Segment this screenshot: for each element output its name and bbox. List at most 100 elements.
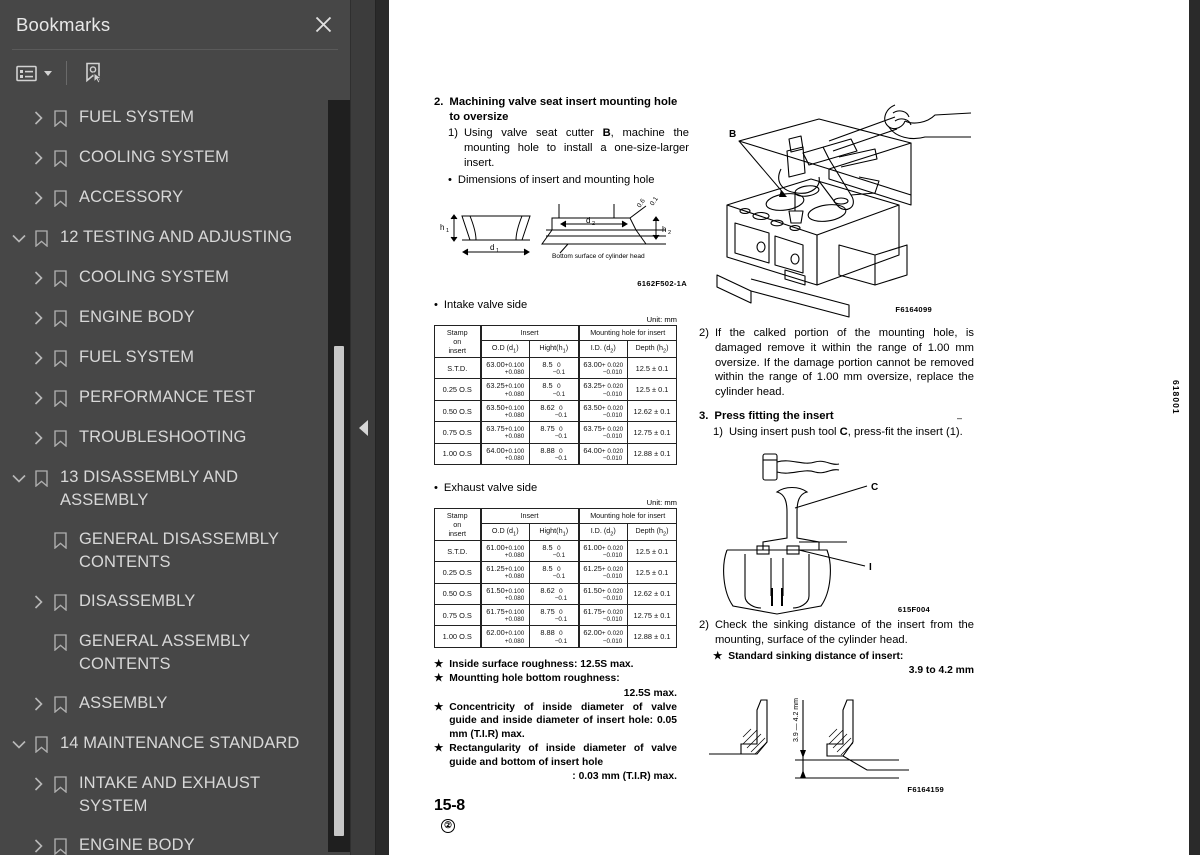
specification-note: 12.5S max.	[434, 687, 677, 700]
table-row: 0.25 O.S 63.25 +0.100 +0.080 8.5 0 −0.1 63.25 + …	[434, 378, 677, 401]
table-row: 0.25 O.S 61.25 +0.100 +0.080 8.5 0 −0.1 61.25 + …	[434, 561, 677, 584]
chevron-right-icon[interactable]	[27, 418, 49, 458]
chevron-right-icon[interactable]	[27, 258, 49, 298]
star-icon: ★	[434, 702, 444, 714]
cell-id: 61.50 + 0.020 −0.010	[577, 582, 628, 606]
chevron-right-icon[interactable]	[27, 378, 49, 418]
bookmark-item-label: DISASSEMBLY	[79, 592, 196, 610]
bookmark-item[interactable]: TROUBLESHOOTING	[0, 418, 326, 458]
section-2-step-1: 1) Using valve seat cutter B, machine th…	[448, 127, 690, 169]
cell-stamp: 0.50 O.S	[434, 582, 481, 606]
bookmark-item-label: FUEL SYSTEM	[79, 348, 195, 366]
bookmark-tree[interactable]: FUEL SYSTEM COOLING SYSTEM ACCESSORY 12 TES…	[0, 96, 350, 855]
cell-height: 8.62 0 −0.1	[529, 399, 579, 423]
panel-collapse-handle[interactable]	[350, 0, 376, 855]
cell-id: 62.00 + 0.020 −0.010	[577, 625, 628, 648]
chevron-right-icon[interactable]	[27, 582, 49, 622]
bookmarks-panel-header: Bookmarks	[0, 0, 350, 49]
chevron-down-icon[interactable]	[8, 724, 30, 764]
sidebar-scrollbar-thumb[interactable]	[334, 346, 344, 836]
svg-text:d: d	[586, 216, 590, 225]
bookmark-item[interactable]: FUEL SYSTEM	[0, 338, 326, 378]
bookmark-item[interactable]: COOLING SYSTEM	[0, 258, 326, 298]
bookmark-item[interactable]: INTAKE AND EXHAUST SYSTEM	[0, 764, 326, 826]
bookmark-icon	[49, 138, 71, 178]
step-2-text: If the calked portion of the mounting ho…	[714, 327, 974, 399]
sidebar-scrollbar[interactable]	[328, 100, 350, 852]
bookmark-icon	[30, 724, 52, 764]
chevron-right-icon[interactable]	[27, 764, 49, 804]
bookmark-icon	[49, 258, 71, 298]
svg-text:I: I	[869, 562, 872, 573]
bookmark-item[interactable]: ENGINE BODY	[0, 298, 326, 338]
bookmark-item-label: ASSEMBLY	[79, 694, 168, 712]
cell-id: 63.50 + 0.020 −0.010	[577, 399, 628, 423]
chevron-right-icon[interactable]	[27, 178, 49, 218]
figure-sinking-distance: 3.9 — 4.2 mm F6164159	[699, 682, 974, 794]
th-od: O.D (d1)	[479, 339, 530, 358]
bookmark-item[interactable]: DISASSEMBLY	[0, 582, 326, 622]
cell-stamp: 0.75 O.S	[434, 421, 481, 444]
cell-od: 64.00 +0.100 +0.080	[479, 442, 530, 466]
chevron-right-icon[interactable]	[27, 684, 49, 724]
tool-letter-b: B	[602, 127, 611, 139]
step3-text-c: , press-fit the insert (1).	[847, 426, 963, 439]
specification-notes: ★ Inside surface roughness: 12.5S max. ★ Mo…	[434, 658, 677, 784]
bookmark-item[interactable]: COOLING SYSTEM	[0, 138, 326, 178]
bookmark-icon	[49, 298, 71, 338]
bookmark-item[interactable]: ENGINE BODY	[0, 826, 326, 855]
new-bookmark-icon[interactable]	[79, 59, 108, 87]
chevron-right-icon[interactable]	[27, 98, 49, 138]
bookmark-item[interactable]: 14 MAINTENANCE STANDARD	[0, 724, 326, 764]
bookmark-item[interactable]: PERFORMANCE TEST	[0, 378, 326, 418]
chevron-right-icon[interactable]	[27, 338, 49, 378]
bookmark-item[interactable]: FUEL SYSTEM	[0, 98, 326, 138]
bookmark-item[interactable]: ASSEMBLY	[0, 684, 326, 724]
bookmark-item[interactable]: ACCESSORY	[0, 178, 326, 218]
cell-od: 62.00 +0.100 +0.080	[479, 625, 530, 648]
intake-unit-note: Unit: mm	[646, 314, 677, 324]
bookmark-icon	[49, 520, 71, 560]
cell-stamp: S.T.D.	[434, 539, 481, 563]
bookmark-item[interactable]: GENERAL ASSEMBLY CONTENTS	[0, 622, 326, 684]
note-text: 12.5S max.	[623, 687, 677, 699]
table-row: 0.50 O.S 63.50 +0.100 +0.080 8.62 0 −0.1 63.50 +…	[434, 399, 677, 423]
bookmark-item[interactable]: 13 DISASSEMBLY AND ASSEMBLY	[0, 458, 326, 520]
bookmark-icon	[49, 684, 71, 724]
cell-depth: 12.62 ± 0.1	[627, 399, 677, 423]
cell-height: 8.5 0 −0.1	[529, 561, 579, 584]
bookmark-item[interactable]: GENERAL DISASSEMBLY CONTENTS	[0, 520, 326, 582]
figure-code-cutter: F6164099	[895, 305, 932, 314]
chevron-right-icon[interactable]	[27, 298, 49, 338]
pdf-viewer[interactable]: 2. Machining valve seat insert mounting …	[376, 0, 1200, 855]
list-view-icon[interactable]	[12, 62, 56, 85]
cell-height: 8.5 0 −0.1	[529, 539, 579, 563]
figure-insert-push-tool: C I 615F004	[699, 446, 974, 616]
cell-od: 61.50 +0.100 +0.080	[479, 582, 530, 606]
bookmark-item-label: TROUBLESHOOTING	[79, 428, 247, 446]
cell-height: 8.5 0 −0.1	[529, 356, 579, 380]
cell-height: 8.75 0 −0.1	[529, 421, 579, 444]
th-insert: Insert	[479, 324, 579, 341]
close-icon[interactable]	[310, 12, 336, 38]
chevron-down-icon[interactable]	[8, 218, 30, 258]
chevron-right-icon[interactable]	[27, 138, 49, 178]
bookmark-item-label: FUEL SYSTEM	[79, 108, 195, 126]
note-text: Mountting hole bottom roughness:	[449, 673, 620, 685]
bookmark-item-label: ENGINE BODY	[79, 836, 195, 854]
chevron-right-icon[interactable]	[27, 826, 49, 855]
section-3-step-2: 2) Check the sinking distance of the ins…	[699, 619, 974, 647]
bookmark-item[interactable]: 12 TESTING AND ADJUSTING	[0, 218, 326, 258]
bookmark-item-label: ACCESSORY	[79, 188, 184, 206]
chevron-down-icon[interactable]	[8, 458, 30, 498]
tool-letter-c: C	[839, 426, 848, 439]
svg-text:2: 2	[668, 230, 671, 236]
cell-height: 8.75 0 −0.1	[529, 604, 579, 627]
table-row: 0.75 O.S 61.75 +0.100 +0.080 8.75 0 −0.1 61.75 +…	[434, 604, 677, 627]
cell-stamp: 0.75 O.S	[434, 604, 481, 627]
document-side-code: 618001	[1171, 380, 1181, 415]
sinking-distance-value: 3.9 to 4.2 mm	[908, 665, 974, 677]
svg-text:d: d	[490, 243, 494, 252]
cell-od: 63.50 +0.100 +0.080	[479, 399, 530, 423]
pdf-reader-window: Bookmarks FUEL SYSTEM COOLING SYSTEM ACC…	[0, 0, 1200, 855]
